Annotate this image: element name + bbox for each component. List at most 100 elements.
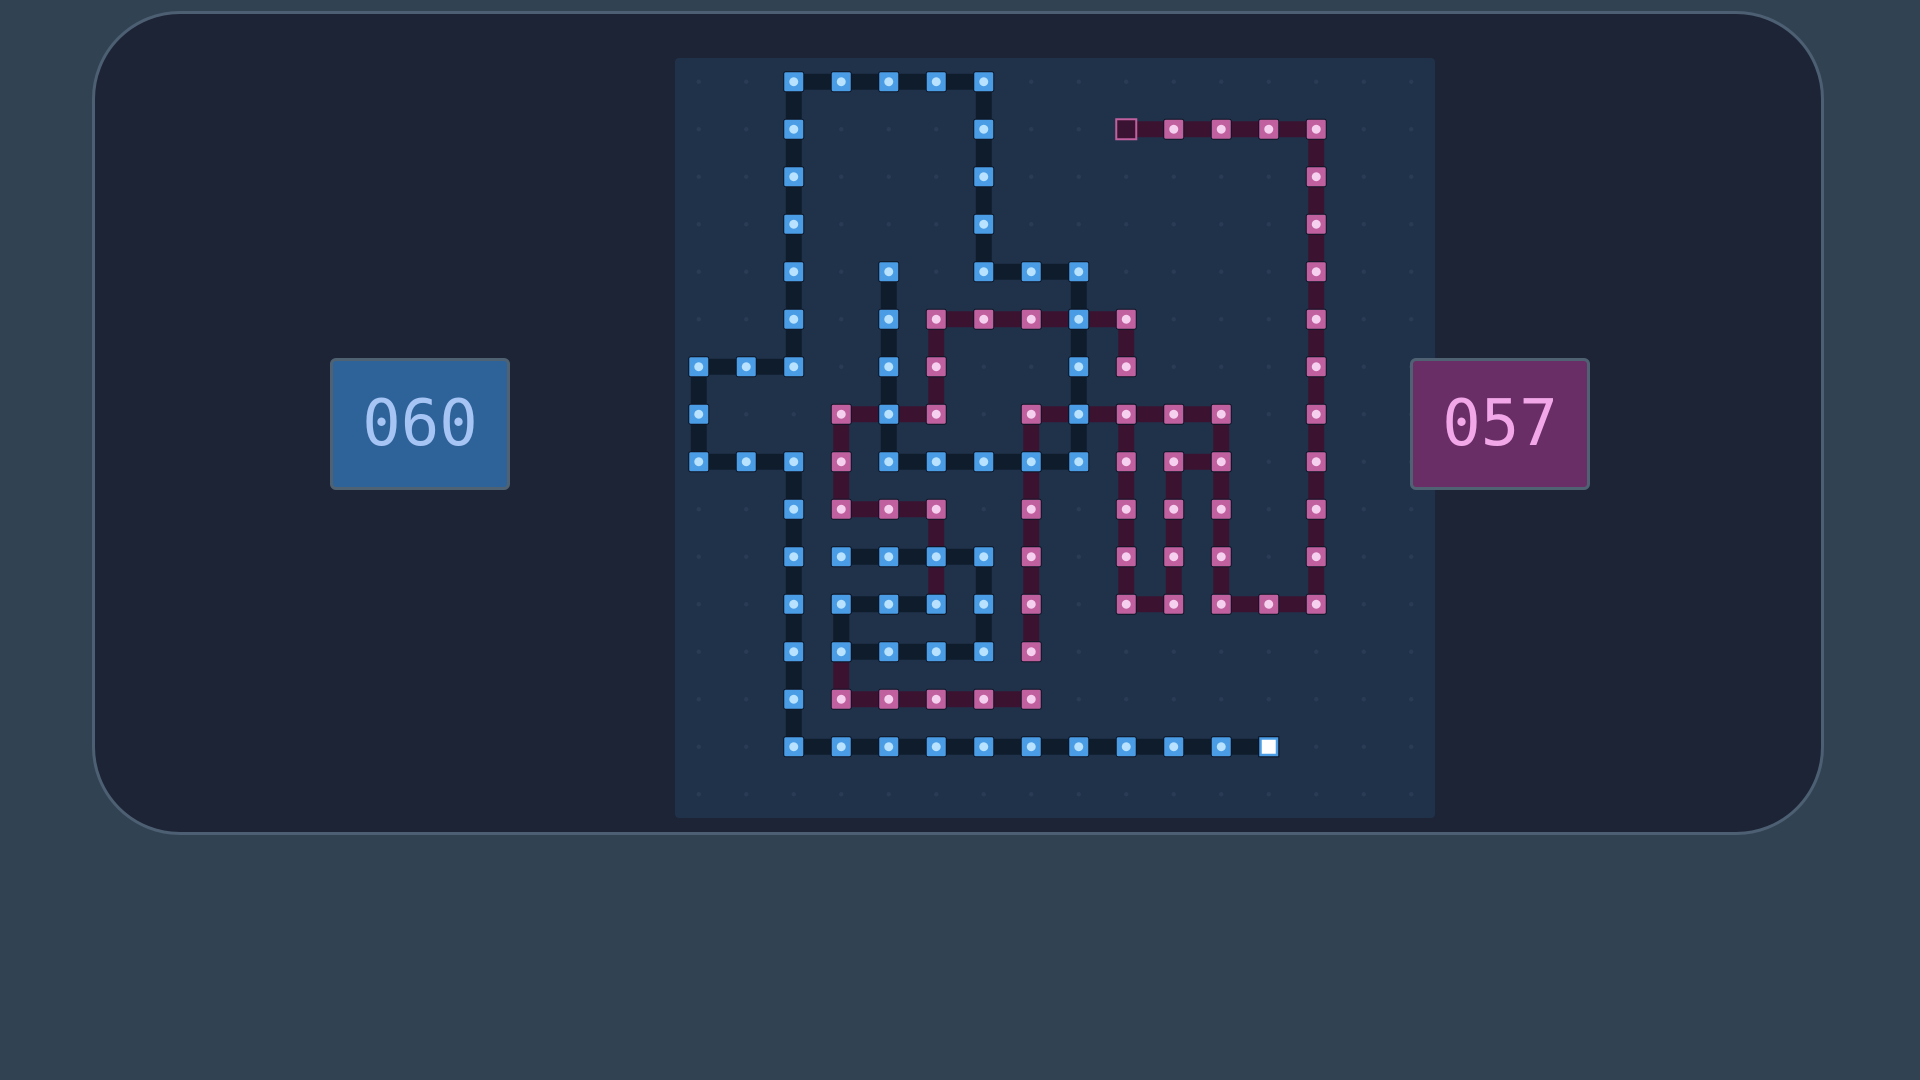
pink-tail xyxy=(1115,118,1138,141)
blue-segment-core xyxy=(931,552,941,562)
blue-segment-core xyxy=(789,314,799,324)
blue-segment-core xyxy=(979,552,989,562)
blue-segment-core xyxy=(884,314,894,324)
grid-dot xyxy=(1266,649,1271,654)
blue-segment-core xyxy=(789,77,799,87)
blue-segment-core xyxy=(694,409,704,419)
grid-dot xyxy=(1219,269,1224,274)
pink-segment-core xyxy=(1311,124,1321,134)
grid-dot xyxy=(1076,222,1081,227)
grid-dot xyxy=(1029,174,1034,179)
grid-dot xyxy=(1409,697,1414,702)
grid-dot xyxy=(1124,792,1129,797)
blue-segment-core xyxy=(836,552,846,562)
blue-segment-core xyxy=(884,362,894,372)
grid-dot xyxy=(1029,127,1034,132)
blue-segment-core xyxy=(789,552,799,562)
grid-dot xyxy=(1076,792,1081,797)
grid-dot xyxy=(1076,602,1081,607)
pink-segment-core xyxy=(1121,457,1131,467)
blue-segment-core xyxy=(789,599,799,609)
blue-segment-core xyxy=(931,742,941,752)
grid-dot xyxy=(1409,222,1414,227)
pink-segment-core xyxy=(884,504,894,514)
grid-dot xyxy=(1314,744,1319,749)
pink-segment-core xyxy=(1121,504,1131,514)
grid-dot xyxy=(1029,222,1034,227)
pink-segment-core xyxy=(1311,219,1321,229)
grid-dot xyxy=(886,174,891,179)
blue-segment-core xyxy=(884,647,894,657)
grid-dot xyxy=(934,269,939,274)
grid-dot xyxy=(744,602,749,607)
blue-score: 060 xyxy=(330,358,510,490)
grid-dot xyxy=(839,222,844,227)
grid-dot xyxy=(1219,317,1224,322)
pink-segment-core xyxy=(836,694,846,704)
blue-segment-core xyxy=(931,647,941,657)
grid-dot xyxy=(1361,222,1366,227)
blue-segment-core xyxy=(1026,742,1036,752)
grid-dot xyxy=(1361,127,1366,132)
blue-segment-core xyxy=(1074,362,1084,372)
grid-dot xyxy=(1361,554,1366,559)
grid-dot xyxy=(744,412,749,417)
grid-dot xyxy=(1124,79,1129,84)
grid-dot xyxy=(744,697,749,702)
grid-dot xyxy=(1266,792,1271,797)
grid-dot xyxy=(1171,79,1176,84)
blue-segment-core xyxy=(789,647,799,657)
grid-dot xyxy=(791,792,796,797)
grid-dot xyxy=(1409,317,1414,322)
grid-dot xyxy=(886,127,891,132)
blue-segment-core xyxy=(979,77,989,87)
pink-segment-core xyxy=(1026,552,1036,562)
blue-segment-core xyxy=(884,552,894,562)
grid-dot xyxy=(1266,79,1271,84)
blue-segment-core xyxy=(884,77,894,87)
grid-dot xyxy=(1409,649,1414,654)
grid-dot xyxy=(1266,222,1271,227)
grid-dot xyxy=(1171,697,1176,702)
grid-dot xyxy=(934,127,939,132)
grid-dot xyxy=(744,507,749,512)
blue-segment-core xyxy=(789,172,799,182)
grid-dot xyxy=(1171,364,1176,369)
blue-segment-core xyxy=(789,694,799,704)
grid-dot xyxy=(839,317,844,322)
grid-dot xyxy=(1266,697,1271,702)
pink-segment-core xyxy=(931,694,941,704)
grid-dot xyxy=(1076,507,1081,512)
blue-segment-core xyxy=(836,647,846,657)
pink-segment-core xyxy=(1121,409,1131,419)
grid-dot xyxy=(1029,792,1034,797)
grid-dot xyxy=(1361,459,1366,464)
pink-segment-core xyxy=(1121,314,1131,324)
grid-dot xyxy=(1409,792,1414,797)
grid-dot xyxy=(1361,792,1366,797)
pink-score: 057 xyxy=(1410,358,1590,490)
grid-dot xyxy=(1361,79,1366,84)
pink-segment-core xyxy=(836,504,846,514)
grid-dot xyxy=(744,269,749,274)
pink-segment-core xyxy=(1216,124,1226,134)
pink-segment-core xyxy=(1311,504,1321,514)
blue-segment-core xyxy=(979,647,989,657)
blue-segment-core xyxy=(1026,457,1036,467)
pink-segment-core xyxy=(979,314,989,324)
grid-dot xyxy=(1314,697,1319,702)
grid-dot xyxy=(1171,792,1176,797)
grid-dot xyxy=(1266,269,1271,274)
grid-dot xyxy=(886,792,891,797)
grid-dot xyxy=(696,79,701,84)
grid-dot xyxy=(1029,364,1034,369)
blue-segment-core xyxy=(789,267,799,277)
grid-dot xyxy=(744,554,749,559)
pink-segment-core xyxy=(1169,124,1179,134)
blue-head-core xyxy=(1261,739,1276,754)
grid-dot xyxy=(1361,364,1366,369)
grid-dot xyxy=(696,602,701,607)
pink-segment-core xyxy=(1216,457,1226,467)
blue-segment-core xyxy=(789,219,799,229)
grid-dot xyxy=(839,127,844,132)
